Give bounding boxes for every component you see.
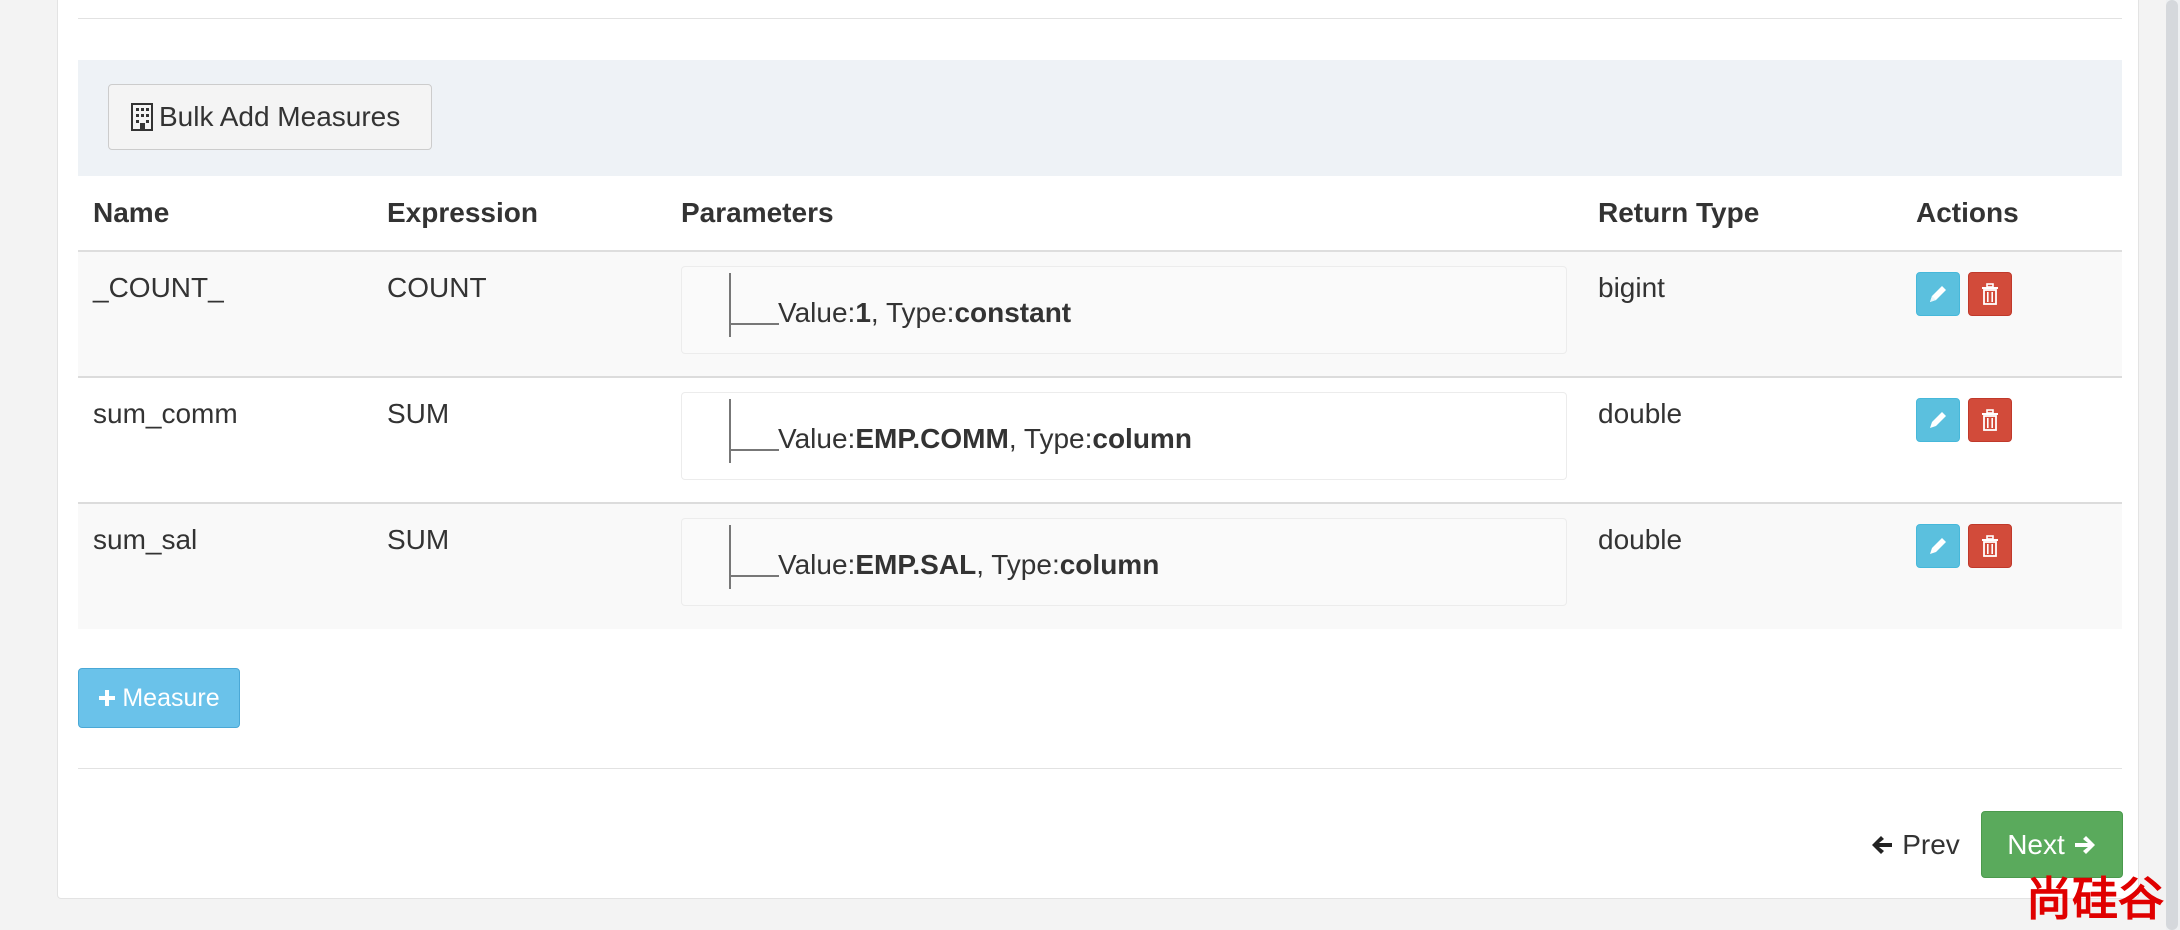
- measures-table: Name Expression Parameters Return Type A…: [78, 176, 2122, 629]
- trash-icon: [1982, 409, 1998, 431]
- measure-name: _COUNT_: [78, 251, 372, 378]
- parameter-value: EMP.SAL: [855, 549, 977, 580]
- column-header-parameters: Parameters: [666, 176, 1583, 252]
- measure-actions: [1901, 251, 2122, 378]
- measures-toolbar: Bulk Add Measures: [78, 60, 2122, 176]
- prev-label: Prev: [1902, 829, 1960, 860]
- measure-return-type: double: [1583, 377, 1901, 504]
- measure-actions: [1901, 377, 2122, 504]
- parameter-type: constant: [954, 297, 1072, 328]
- arrow-right-icon: [2074, 835, 2095, 854]
- measure-name: sum_sal: [78, 503, 372, 629]
- measure-parameters-cell: Value:EMP.COMM, Type:column: [666, 377, 1583, 504]
- column-header-name: Name: [78, 176, 372, 252]
- measure-return-type: double: [1583, 503, 1901, 629]
- delete-measure-button[interactable]: [1968, 524, 2012, 568]
- column-header-return-type: Return Type: [1583, 176, 1901, 252]
- edit-measure-button[interactable]: [1916, 272, 1960, 316]
- next-label: Next: [2007, 828, 2065, 860]
- measure-expression: SUM: [372, 377, 666, 504]
- measure-parameters-cell: Value:EMP.SAL, Type:column: [666, 503, 1583, 629]
- pencil-icon: [1930, 286, 1946, 302]
- tree-line: [729, 449, 779, 451]
- column-header-expression: Expression: [372, 176, 666, 252]
- delete-measure-button[interactable]: [1968, 398, 2012, 442]
- edit-measure-button[interactable]: [1916, 524, 1960, 568]
- tree-line: [729, 525, 731, 589]
- parameter-type: column: [1059, 549, 1160, 580]
- top-divider: [78, 18, 2122, 19]
- table-row: _COUNT_ COUNT Value:1, Type:constant big…: [78, 251, 2122, 378]
- measure-return-type: bigint: [1583, 251, 1901, 378]
- parameter-text: Value:1, Type:constant: [778, 297, 1072, 328]
- prev-button[interactable]: Prev: [1846, 812, 1984, 878]
- pencil-icon: [1930, 538, 1946, 554]
- edit-measure-button[interactable]: [1916, 398, 1960, 442]
- measure-expression: SUM: [372, 503, 666, 629]
- parameter-tree: Value:EMP.COMM, Type:column: [681, 392, 1567, 480]
- bulk-add-measures-label: Bulk Add Measures: [159, 101, 401, 132]
- measure-actions: [1901, 503, 2122, 629]
- parameter-text: Value:EMP.SAL, Type:column: [778, 549, 1160, 580]
- parameter-type: column: [1092, 423, 1192, 454]
- bulk-add-measures-button[interactable]: Bulk Add Measures: [108, 84, 432, 150]
- vertical-scrollbar[interactable]: [2166, 0, 2180, 930]
- trash-icon: [1982, 535, 1998, 557]
- parameter-tree: Value:1, Type:constant: [681, 266, 1567, 354]
- add-measure-button[interactable]: Measure: [78, 668, 240, 728]
- table-row: sum_sal SUM Value:EMP.SAL, Type:column d…: [78, 503, 2122, 629]
- table-row: sum_comm SUM Value:EMP.COMM, Type:column…: [78, 377, 2122, 504]
- parameter-value: EMP.COMM: [855, 423, 1009, 454]
- column-header-actions: Actions: [1901, 176, 2122, 252]
- tree-line: [729, 323, 779, 325]
- footer-divider: [78, 768, 2122, 769]
- add-measure-label: Measure: [122, 683, 220, 712]
- watermark-text: 尚硅谷: [2026, 872, 2164, 926]
- trash-icon: [1982, 283, 1998, 305]
- delete-measure-button[interactable]: [1968, 272, 2012, 316]
- measure-name: sum_comm: [78, 377, 372, 504]
- arrow-left-icon: [1872, 836, 1893, 854]
- plus-icon: [99, 690, 116, 706]
- table-header-row: Name Expression Parameters Return Type A…: [78, 176, 2122, 252]
- tree-line: [729, 399, 731, 463]
- measure-parameters-cell: Value:1, Type:constant: [666, 251, 1583, 378]
- parameter-tree: Value:EMP.SAL, Type:column: [681, 518, 1567, 606]
- tree-line: [729, 575, 779, 577]
- building-icon: [131, 103, 153, 131]
- parameter-text: Value:EMP.COMM, Type:column: [778, 423, 1192, 454]
- next-button[interactable]: Next: [1981, 811, 2123, 878]
- parameter-value: 1: [855, 297, 871, 328]
- measure-expression: COUNT: [372, 251, 666, 378]
- tree-line: [729, 273, 731, 337]
- pencil-icon: [1930, 412, 1946, 428]
- scrollbar-thumb[interactable]: [2166, 0, 2178, 930]
